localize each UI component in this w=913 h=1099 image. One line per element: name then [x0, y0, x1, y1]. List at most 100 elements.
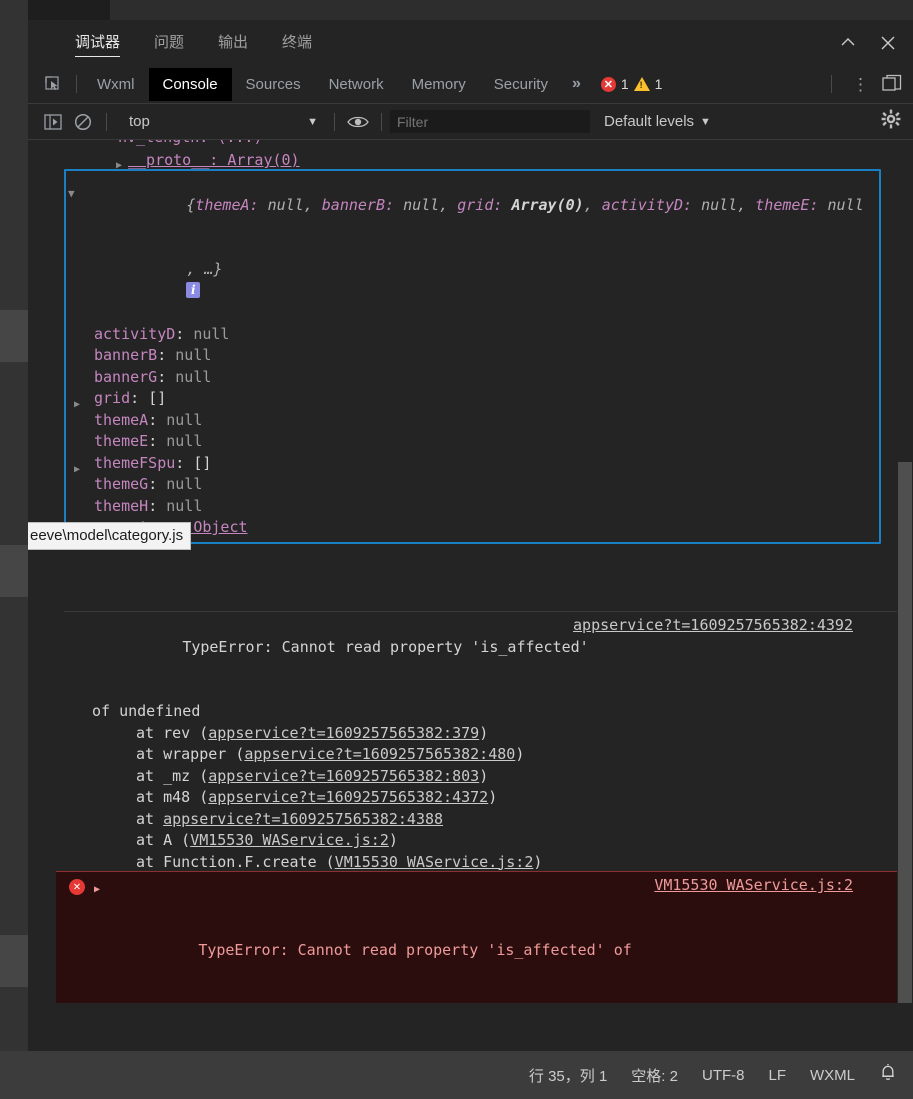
screen: 调试器 问题 输出 终端 Wxml Console Sources Networ… — [0, 0, 913, 1099]
frame-prefix: at Function.F.create ( — [136, 852, 335, 871]
panel-tab-terminal[interactable]: 终端 — [265, 20, 329, 65]
property-key: themeA — [94, 410, 149, 429]
source-link[interactable]: appservice?t=1609257565382:379 — [208, 724, 479, 742]
overflow-menu-icon[interactable]: ⋮ — [844, 76, 877, 93]
object-property-row[interactable]: activityD: null — [66, 324, 879, 346]
property-key: themeG — [94, 475, 149, 493]
property-value: null — [166, 432, 203, 450]
property-value: null — [166, 410, 203, 429]
devtools-tab-network[interactable]: Network — [315, 68, 398, 101]
source-link[interactable]: appservice?t=1609257565382:480 — [244, 745, 515, 763]
devtools-tab-memory[interactable]: Memory — [398, 68, 480, 101]
editor-tab-active[interactable] — [28, 0, 110, 20]
stack-frame[interactable]: at appservice?t=1609257565382:4388 — [64, 809, 897, 831]
object-property-row[interactable]: themeG: null — [66, 474, 879, 496]
file-path-tooltip: eeve\model\category.js — [28, 522, 192, 550]
filter-input[interactable] — [390, 110, 590, 133]
object-property-row[interactable]: bannerG: null — [66, 367, 879, 389]
info-badge-icon[interactable]: i — [186, 282, 201, 298]
property-key: themeH — [94, 496, 149, 515]
frame-prefix: at m48 ( — [136, 788, 209, 806]
expand-triangle-icon[interactable]: ▶ — [74, 394, 80, 416]
object-property-row[interactable]: ▶ grid: [] — [66, 388, 879, 410]
context-selector-value: top — [129, 113, 150, 130]
stack-header: TypeError: Cannot read property 'is_affe… — [64, 615, 897, 701]
expand-triangle-icon[interactable]: ▶ — [94, 879, 100, 901]
status-language-mode[interactable]: WXML — [810, 1067, 855, 1084]
more-tabs-icon[interactable]: » — [562, 75, 591, 93]
chevron-down-icon: ▼ — [307, 115, 318, 128]
console-scrollbar[interactable] — [897, 140, 913, 1051]
bell-icon[interactable] — [879, 1063, 897, 1087]
object-property-row[interactable]: themeH: null — [66, 496, 879, 518]
status-encoding[interactable]: UTF-8 — [702, 1067, 745, 1084]
stack-frame[interactable]: at A (VM15530 WAService.js:2) — [64, 830, 897, 852]
status-indentation[interactable]: 空格: 2 — [631, 1065, 678, 1086]
property-key: themeE — [94, 432, 149, 450]
stack-frame[interactable]: at Function.F.create (VM15530 WAService.… — [64, 852, 897, 874]
scrollbar-thumb[interactable] — [898, 462, 912, 1010]
console-toolbar: top ▼ Default levels ▼ — [28, 104, 913, 140]
proto-array-label[interactable]: __proto__: Array(0) — [128, 151, 300, 169]
devtools-tab-security[interactable]: Security — [480, 68, 562, 101]
panel-tab-output[interactable]: 输出 — [201, 20, 265, 65]
status-eol[interactable]: LF — [768, 1067, 786, 1084]
source-link[interactable]: VM15530 WAService.js:2 — [335, 853, 534, 871]
expand-triangle-icon[interactable]: ▶ — [74, 459, 80, 481]
live-expression-icon[interactable] — [343, 109, 373, 135]
stack-frame[interactable]: at wrapper (appservice?t=1609257565382:4… — [64, 744, 897, 766]
close-panel-button[interactable] — [877, 32, 899, 54]
collapse-panel-button[interactable] — [837, 32, 859, 54]
source-link[interactable]: appservice?t=1609257565382:4388 — [163, 810, 443, 828]
property-value: [] — [193, 453, 212, 472]
collapse-triangle-icon[interactable]: ▼ — [68, 183, 75, 205]
object-property-row[interactable]: themeE: null — [66, 431, 879, 453]
source-link[interactable]: appservice?t=1609257565382:4392 — [573, 615, 853, 637]
source-link[interactable]: VM15530 WAService.js:2 — [190, 831, 389, 849]
frame-suffix: ) — [533, 852, 543, 871]
gear-icon[interactable] — [881, 109, 901, 134]
error-header[interactable]: ✕ ▶ TypeError: Cannot read property 'is_… — [56, 875, 897, 1004]
warning-count-label: 1 — [654, 76, 663, 92]
frame-suffix: ) — [515, 745, 525, 763]
expanded-object-group[interactable]: ▼ {themeA: null, bannerB: null, grid: Ar… — [64, 169, 881, 544]
source-link[interactable]: VM15530 WAService.js:2 — [654, 875, 853, 897]
status-cursor-position[interactable]: 行 35，列 1 — [529, 1065, 607, 1086]
devtools-tab-console[interactable]: Console — [148, 67, 232, 101]
devtools-tab-sources[interactable]: Sources — [232, 68, 315, 101]
frame-prefix: at — [136, 809, 164, 828]
clear-console-icon[interactable] — [68, 109, 98, 135]
inspect-element-icon[interactable] — [36, 69, 70, 99]
panel-tab-debugger[interactable]: 调试器 — [58, 20, 137, 65]
property-value: null — [175, 346, 212, 364]
panel-header: 调试器 问题 输出 终端 — [28, 20, 913, 65]
property-key: grid — [94, 389, 131, 407]
panel-tab-problems[interactable]: 问题 — [137, 20, 201, 65]
error-message: TypeError: Cannot read property 'is_affe… — [198, 940, 632, 959]
warning-count-icon — [633, 77, 650, 91]
console-output[interactable]: nv_length: (...) ▶ __proto__: Array(0) ▼… — [28, 140, 913, 1051]
log-levels-selector[interactable]: Default levels ▼ — [604, 113, 711, 130]
issue-counts[interactable]: ✕ 1 1 — [600, 76, 663, 92]
object-property-row[interactable]: ▶ themeFSpu: [] — [66, 453, 879, 475]
stack-frame[interactable]: at m48 (appservice?t=1609257565382:4372) — [64, 787, 897, 809]
error-count-label: 1 — [620, 76, 629, 92]
source-link[interactable]: appservice?t=1609257565382:4372 — [208, 788, 488, 806]
context-selector[interactable]: top ▼ — [121, 109, 326, 135]
source-link[interactable]: appservice?t=1609257565382:803 — [208, 767, 479, 785]
stack-frame[interactable]: at rev (appservice?t=1609257565382:379) — [64, 723, 897, 745]
devtools-tab-wxml[interactable]: Wxml — [83, 68, 149, 101]
chevron-down-icon: ▼ — [700, 115, 711, 128]
dock-side-icon[interactable] — [881, 73, 903, 95]
property-value: null — [175, 367, 212, 386]
panel-header-actions — [837, 20, 899, 65]
stack-frame[interactable]: at _mz (appservice?t=1609257565382:803) — [64, 766, 897, 788]
execute-sidebar-icon[interactable] — [38, 109, 68, 135]
toolbar-divider — [381, 112, 382, 131]
object-property-row[interactable]: bannerB: null — [66, 345, 879, 367]
property-value: null — [166, 496, 203, 515]
clipped-bottom-text — [0, 1090, 460, 1099]
frame-prefix: at A ( — [136, 831, 191, 849]
editor-tabstrip — [28, 0, 913, 20]
object-property-row[interactable]: themeA: null — [66, 410, 879, 432]
